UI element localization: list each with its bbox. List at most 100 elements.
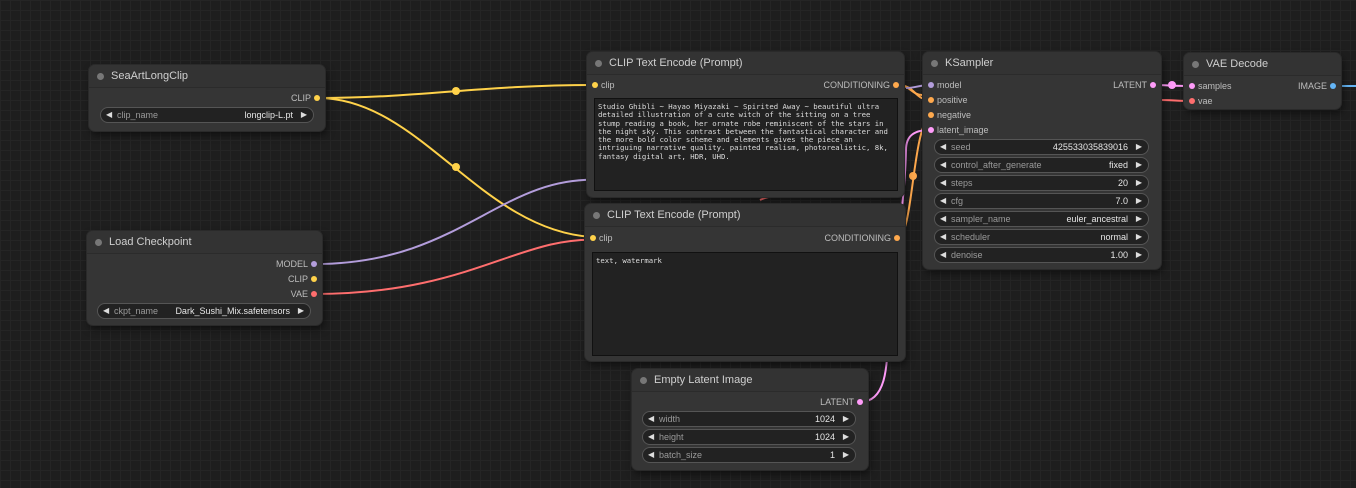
slot-dot-icon[interactable]: [928, 127, 934, 133]
node-title[interactable]: CLIP Text Encode (Prompt): [587, 52, 904, 75]
node-empty-latent-image[interactable]: Empty Latent Image LATENT ◀ width 1024 ▶…: [632, 369, 868, 470]
decrement-arrow-icon[interactable]: ◀: [940, 194, 946, 208]
node-vae-decode[interactable]: VAE Decode samples IMAGE vae: [1184, 53, 1341, 109]
slot-label: CLIP: [287, 274, 308, 284]
increment-arrow-icon[interactable]: ▶: [1136, 140, 1142, 154]
slot-dot-icon[interactable]: [928, 97, 934, 103]
node-title[interactable]: KSampler: [923, 52, 1161, 75]
widget-width[interactable]: ◀ width 1024 ▶: [642, 411, 856, 427]
slot-dot-icon[interactable]: [893, 82, 899, 88]
input-slot-latent-image[interactable]: latent_image: [923, 123, 989, 137]
increment-arrow-icon[interactable]: ▶: [1136, 158, 1142, 172]
node-load-checkpoint[interactable]: Load Checkpoint MODEL CLIP VAE ◀ ckpt_na…: [87, 231, 322, 325]
decrement-arrow-icon[interactable]: ◀: [648, 412, 654, 426]
node-title-text: Empty Latent Image: [654, 374, 753, 386]
increment-arrow-icon[interactable]: ▶: [298, 304, 304, 318]
increment-arrow-icon[interactable]: ▶: [1136, 194, 1142, 208]
widget-sampler-name[interactable]: ◀ sampler_name euler_ancestral ▶: [934, 211, 1149, 227]
node-clip-text-encode-positive[interactable]: CLIP Text Encode (Prompt) clip CONDITION…: [587, 52, 904, 197]
slot-dot-icon[interactable]: [928, 112, 934, 118]
increment-arrow-icon[interactable]: ▶: [1136, 212, 1142, 226]
increment-arrow-icon[interactable]: ▶: [1136, 230, 1142, 244]
decrement-arrow-icon[interactable]: ◀: [940, 230, 946, 244]
increment-arrow-icon[interactable]: ▶: [843, 412, 849, 426]
slot-dot-icon[interactable]: [311, 276, 317, 282]
increment-arrow-icon[interactable]: ▶: [1136, 176, 1142, 190]
node-seaart-longclip[interactable]: SeaArtLongClip CLIP ◀ clip_name longclip…: [89, 65, 325, 131]
node-ksampler[interactable]: KSampler model LATENT positive negative …: [923, 52, 1161, 269]
increment-arrow-icon[interactable]: ▶: [301, 108, 307, 122]
node-title[interactable]: Load Checkpoint: [87, 231, 322, 254]
input-slot-clip[interactable]: clip: [585, 231, 613, 245]
decrement-arrow-icon[interactable]: ◀: [940, 176, 946, 190]
output-slot-vae[interactable]: VAE: [291, 287, 322, 301]
increment-arrow-icon[interactable]: ▶: [843, 448, 849, 462]
widget-scheduler[interactable]: ◀ scheduler normal ▶: [934, 229, 1149, 245]
widget-ckpt-name[interactable]: ◀ ckpt_name Dark_Sushi_Mix.safetensors ▶: [97, 303, 311, 319]
output-slot-conditioning[interactable]: CONDITIONING: [825, 231, 906, 245]
widget-cfg[interactable]: ◀ cfg 7.0 ▶: [934, 193, 1149, 209]
slot-label: samples: [1198, 81, 1232, 91]
widget-label: height: [659, 432, 684, 442]
widget-denoise[interactable]: ◀ denoise 1.00 ▶: [934, 247, 1149, 263]
widget-seed[interactable]: ◀ seed 425533035839016 ▶: [934, 139, 1149, 155]
collapse-dot-icon[interactable]: [97, 73, 104, 80]
input-slot-negative[interactable]: negative: [923, 108, 971, 122]
collapse-dot-icon[interactable]: [95, 239, 102, 246]
node-title-text: Load Checkpoint: [109, 236, 192, 248]
decrement-arrow-icon[interactable]: ◀: [940, 212, 946, 226]
decrement-arrow-icon[interactable]: ◀: [103, 304, 109, 318]
output-slot-image[interactable]: IMAGE: [1298, 79, 1341, 93]
decrement-arrow-icon[interactable]: ◀: [106, 108, 112, 122]
increment-arrow-icon[interactable]: ▶: [1136, 248, 1142, 262]
input-slot-model[interactable]: model: [923, 78, 962, 92]
slot-dot-icon[interactable]: [314, 95, 320, 101]
node-clip-text-encode-negative[interactable]: CLIP Text Encode (Prompt) clip CONDITION…: [585, 204, 905, 361]
slot-dot-icon[interactable]: [857, 399, 863, 405]
widget-steps[interactable]: ◀ steps 20 ▶: [934, 175, 1149, 191]
collapse-dot-icon[interactable]: [640, 377, 647, 384]
slot-dot-icon[interactable]: [1330, 83, 1336, 89]
widget-batch-size[interactable]: ◀ batch_size 1 ▶: [642, 447, 856, 463]
slot-dot-icon[interactable]: [311, 261, 317, 267]
widget-control-after-generate[interactable]: ◀ control_after_generate fixed ▶: [934, 157, 1149, 173]
slot-dot-icon[interactable]: [592, 82, 598, 88]
prompt-textarea[interactable]: text, watermark: [592, 252, 898, 356]
output-slot-model[interactable]: MODEL: [276, 257, 322, 271]
slot-dot-icon[interactable]: [590, 235, 596, 241]
output-slot-latent[interactable]: LATENT: [820, 395, 868, 409]
node-title[interactable]: VAE Decode: [1184, 53, 1341, 76]
slot-label: MODEL: [275, 259, 308, 269]
node-title[interactable]: CLIP Text Encode (Prompt): [585, 204, 905, 227]
decrement-arrow-icon[interactable]: ◀: [940, 158, 946, 172]
widget-clip-name[interactable]: ◀ clip_name longclip-L.pt ▶: [100, 107, 314, 123]
slot-dot-icon[interactable]: [1189, 83, 1195, 89]
prompt-textarea[interactable]: Studio Ghibli ~ Hayao Miyazaki ~ Spirite…: [594, 98, 898, 191]
widget-height[interactable]: ◀ height 1024 ▶: [642, 429, 856, 445]
output-slot-clip[interactable]: CLIP: [291, 91, 325, 105]
slot-dot-icon[interactable]: [928, 82, 934, 88]
input-slot-positive[interactable]: positive: [923, 93, 968, 107]
collapse-dot-icon[interactable]: [593, 212, 600, 219]
decrement-arrow-icon[interactable]: ◀: [648, 430, 654, 444]
decrement-arrow-icon[interactable]: ◀: [940, 248, 946, 262]
input-slot-vae[interactable]: vae: [1184, 94, 1213, 108]
input-slot-samples[interactable]: samples: [1184, 79, 1232, 93]
output-slot-conditioning[interactable]: CONDITIONING: [824, 78, 905, 92]
slot-dot-icon[interactable]: [1189, 98, 1195, 104]
output-slot-clip[interactable]: CLIP: [288, 272, 322, 286]
decrement-arrow-icon[interactable]: ◀: [648, 448, 654, 462]
increment-arrow-icon[interactable]: ▶: [843, 430, 849, 444]
slot-dot-icon[interactable]: [894, 235, 900, 241]
node-title[interactable]: SeaArtLongClip: [89, 65, 325, 88]
widget-value: Dark_Sushi_Mix.safetensors: [175, 306, 290, 316]
collapse-dot-icon[interactable]: [931, 60, 938, 67]
collapse-dot-icon[interactable]: [1192, 61, 1199, 68]
collapse-dot-icon[interactable]: [595, 60, 602, 67]
decrement-arrow-icon[interactable]: ◀: [940, 140, 946, 154]
slot-dot-icon[interactable]: [1150, 82, 1156, 88]
output-slot-latent[interactable]: LATENT: [1113, 78, 1161, 92]
node-title[interactable]: Empty Latent Image: [632, 369, 868, 392]
slot-dot-icon[interactable]: [311, 291, 317, 297]
input-slot-clip[interactable]: clip: [587, 78, 615, 92]
